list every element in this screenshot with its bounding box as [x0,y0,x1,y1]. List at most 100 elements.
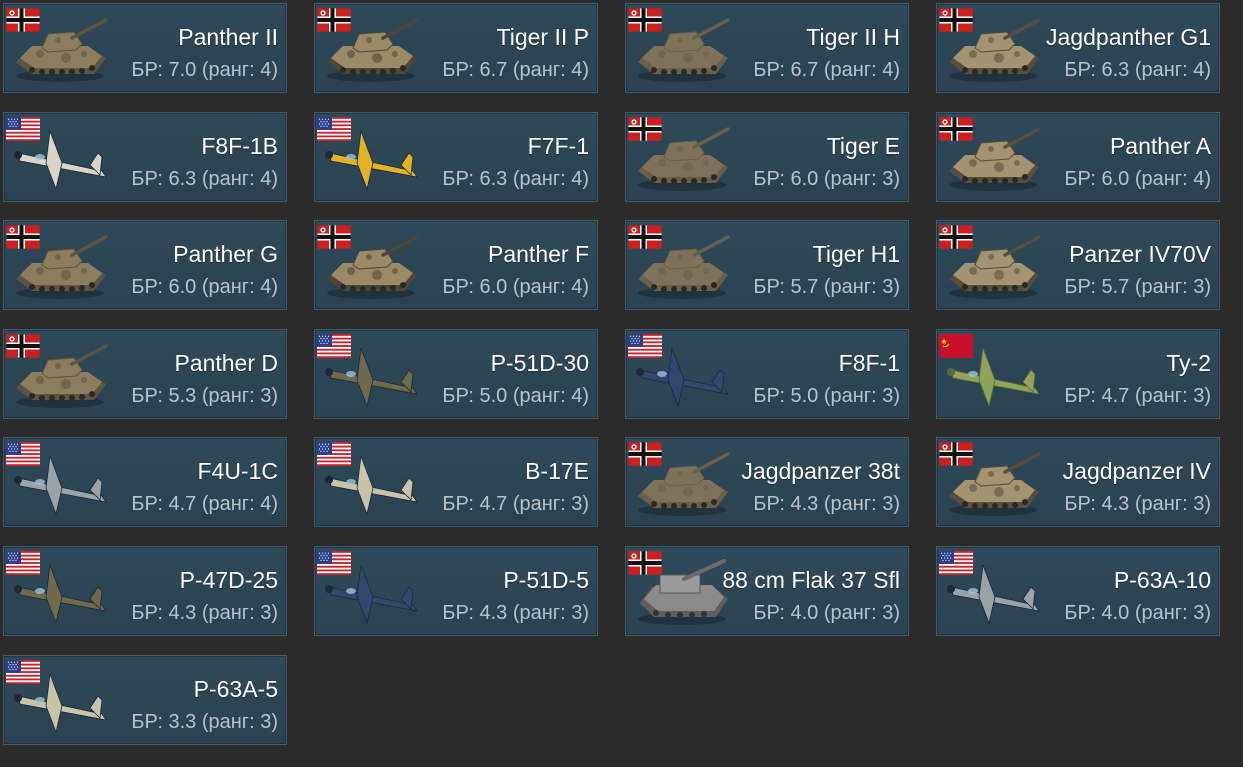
germany-flag-icon [939,116,973,141]
usa-flag-icon [6,116,40,141]
vehicle-card-p-63a-5[interactable]: P-63A-5 БР: 3.3 (ранг: 3) [3,654,287,745]
vehicle-name: Panther D [174,349,278,376]
vehicle-card-f8f-1b[interactable]: F8F-1B БР: 6.3 (ранг: 4) [3,111,287,202]
battle-rating-text: БР: 4.7 (ранг: 3) [1064,384,1211,407]
germany-flag-icon [317,225,351,250]
germany-flag-icon [939,8,973,32]
vehicle-card-panther-g[interactable]: Panther G БР: 6.0 (ранг: 4) [3,220,287,311]
vehicle-name: P-51D-30 [490,349,589,376]
usa-flag-icon [317,116,351,141]
vehicle-name: Panther A [1109,132,1211,159]
battle-rating-text: БР: 6.7 (ранг: 4) [442,59,589,81]
vehicle-name: Tiger H1 [812,241,900,268]
battle-rating-text: БР: 6.0 (ранг: 4) [1064,167,1211,190]
vehicle-card-f7f-1[interactable]: F7F-1 БР: 6.3 (ранг: 4) [314,111,598,202]
vehicle-name: Panther F [488,241,589,268]
vehicle-name: Tiger II H [806,24,900,50]
battle-rating-text: БР: 6.3 (ранг: 4) [1064,59,1211,81]
vehicle-name: Jagdpanzer IV [1062,458,1211,485]
vehicle-grid: Panther II БР: 7.0 (ранг: 4) Tiger II P БР:… [3,3,1220,745]
vehicle-name: Tiger E [826,132,900,159]
vehicle-name: P-47D-25 [179,566,278,593]
battle-rating-text: БР: 6.3 (ранг: 4) [131,167,278,190]
vehicle-card-jagdpanzer-iv[interactable]: Jagdpanzer IV БР: 4.3 (ранг: 3) [936,437,1220,528]
vehicle-name: Ту-2 [1166,349,1211,376]
battle-rating-text: БР: 4.0 (ранг: 3) [753,601,900,624]
vehicle-card-panther-ii[interactable]: Panther II БР: 7.0 (ранг: 4) [3,3,287,93]
vehicle-card-panzer-iv70v[interactable]: Panzer IV70V БР: 5.7 (ранг: 3) [936,220,1220,311]
vehicle-name: Jagdpanther G1 [1046,24,1211,50]
vehicle-card-p-51d-5[interactable]: P-51D-5 БР: 4.3 (ранг: 3) [314,545,598,636]
battle-rating-text: БР: 4.7 (ранг: 4) [131,493,278,516]
battle-rating-text: БР: 6.7 (ранг: 4) [753,59,900,81]
battle-rating-text: БР: 4.3 (ранг: 3) [131,601,278,624]
battle-rating-text: БР: 5.0 (ранг: 4) [442,384,589,407]
battle-rating-text: БР: 6.0 (ранг: 3) [753,167,900,190]
germany-flag-icon [939,225,973,250]
usa-flag-icon [6,659,40,684]
germany-flag-icon [628,225,662,250]
germany-flag-icon [628,8,662,32]
vehicle-card-p-51d-30[interactable]: P-51D-30 БР: 5.0 (ранг: 4) [314,328,598,419]
ussr-flag-icon [939,333,973,358]
vehicle-name: P-51D-5 [503,566,589,593]
vehicle-card-jagdpanther-g1[interactable]: Jagdpanther G1 БР: 6.3 (ранг: 4) [936,3,1220,93]
vehicle-name: P-63A-10 [1113,566,1211,593]
battle-rating-text: БР: 5.7 (ранг: 3) [753,276,900,299]
germany-flag-icon [628,550,662,575]
vehicle-card-jagdpanzer-38t[interactable]: Jagdpanzer 38t БР: 4.3 (ранг: 3) [625,437,909,528]
usa-flag-icon [6,442,40,467]
germany-flag-icon [6,8,40,32]
vehicle-card-panther-f[interactable]: Panther F БР: 6.0 (ранг: 4) [314,220,598,311]
vehicle-name: Panther G [173,241,278,268]
vehicle-name: P-63A-5 [193,675,278,702]
battle-rating-text: БР: 7.0 (ранг: 4) [131,59,278,81]
usa-flag-icon [317,550,351,575]
vehicle-card-tiger-h1[interactable]: Tiger H1 БР: 5.7 (ранг: 3) [625,220,909,311]
germany-flag-icon [939,442,973,467]
vehicle-card-p-47d-25[interactable]: P-47D-25 БР: 4.3 (ранг: 3) [3,545,287,636]
usa-flag-icon [628,333,662,358]
battle-rating-text: БР: 4.3 (ранг: 3) [753,493,900,516]
vehicle-card-b-17e[interactable]: B-17E БР: 4.7 (ранг: 3) [314,437,598,528]
vehicle-name: Tiger II P [496,24,589,50]
vehicle-card-p-63a-10[interactable]: P-63A-10 БР: 4.0 (ранг: 3) [936,545,1220,636]
battle-rating-text: БР: 6.0 (ранг: 4) [131,276,278,299]
germany-flag-icon [628,116,662,141]
vehicle-card-ту-2[interactable]: Ту-2 БР: 4.7 (ранг: 3) [936,328,1220,419]
usa-flag-icon [939,550,973,575]
germany-flag-icon [6,225,40,250]
vehicle-name: F4U-1C [197,458,278,485]
germany-flag-icon [6,333,40,358]
vehicle-name: F8F-1 [838,349,900,376]
vehicle-card-panther-a[interactable]: Panther A БР: 6.0 (ранг: 4) [936,111,1220,202]
vehicle-card-panther-d[interactable]: Panther D БР: 5.3 (ранг: 3) [3,328,287,419]
battle-rating-text: БР: 4.7 (ранг: 3) [442,493,589,516]
battle-rating-text: БР: 4.3 (ранг: 3) [442,601,589,624]
vehicle-card-tiger-e[interactable]: Tiger E БР: 6.0 (ранг: 3) [625,111,909,202]
vehicle-name: F7F-1 [527,132,589,159]
vehicle-name: F8F-1B [201,132,278,159]
usa-flag-icon [317,333,351,358]
vehicle-card-88-cm-flak-37-sfl[interactable]: 88 cm Flak 37 Sfl БР: 4.0 (ранг: 3) [625,545,909,636]
usa-flag-icon [6,550,40,575]
battle-rating-text: БР: 5.0 (ранг: 3) [753,384,900,407]
battle-rating-text: БР: 6.3 (ранг: 4) [442,167,589,190]
vehicle-name: B-17E [525,458,589,485]
battle-rating-text: БР: 6.0 (ранг: 4) [442,276,589,299]
vehicle-name: Panzer IV70V [1069,241,1211,268]
usa-flag-icon [317,442,351,467]
battle-rating-text: БР: 4.0 (ранг: 3) [1064,601,1211,624]
battle-rating-text: БР: 3.3 (ранг: 3) [131,710,278,733]
battle-rating-text: БР: 5.3 (ранг: 3) [131,384,278,407]
vehicle-card-tiger-ii-h[interactable]: Tiger II H БР: 6.7 (ранг: 4) [625,3,909,93]
vehicle-name: 88 cm Flak 37 Sfl [722,566,900,593]
battle-rating-text: БР: 4.3 (ранг: 3) [1064,493,1211,516]
germany-flag-icon [317,8,351,32]
battle-rating-text: БР: 5.7 (ранг: 3) [1064,276,1211,299]
germany-flag-icon [628,442,662,467]
vehicle-card-f4u-1c[interactable]: F4U-1C БР: 4.7 (ранг: 4) [3,437,287,528]
vehicle-name: Jagdpanzer 38t [741,458,900,485]
vehicle-card-tiger-ii-p[interactable]: Tiger II P БР: 6.7 (ранг: 4) [314,3,598,93]
vehicle-card-f8f-1[interactable]: F8F-1 БР: 5.0 (ранг: 3) [625,328,909,419]
